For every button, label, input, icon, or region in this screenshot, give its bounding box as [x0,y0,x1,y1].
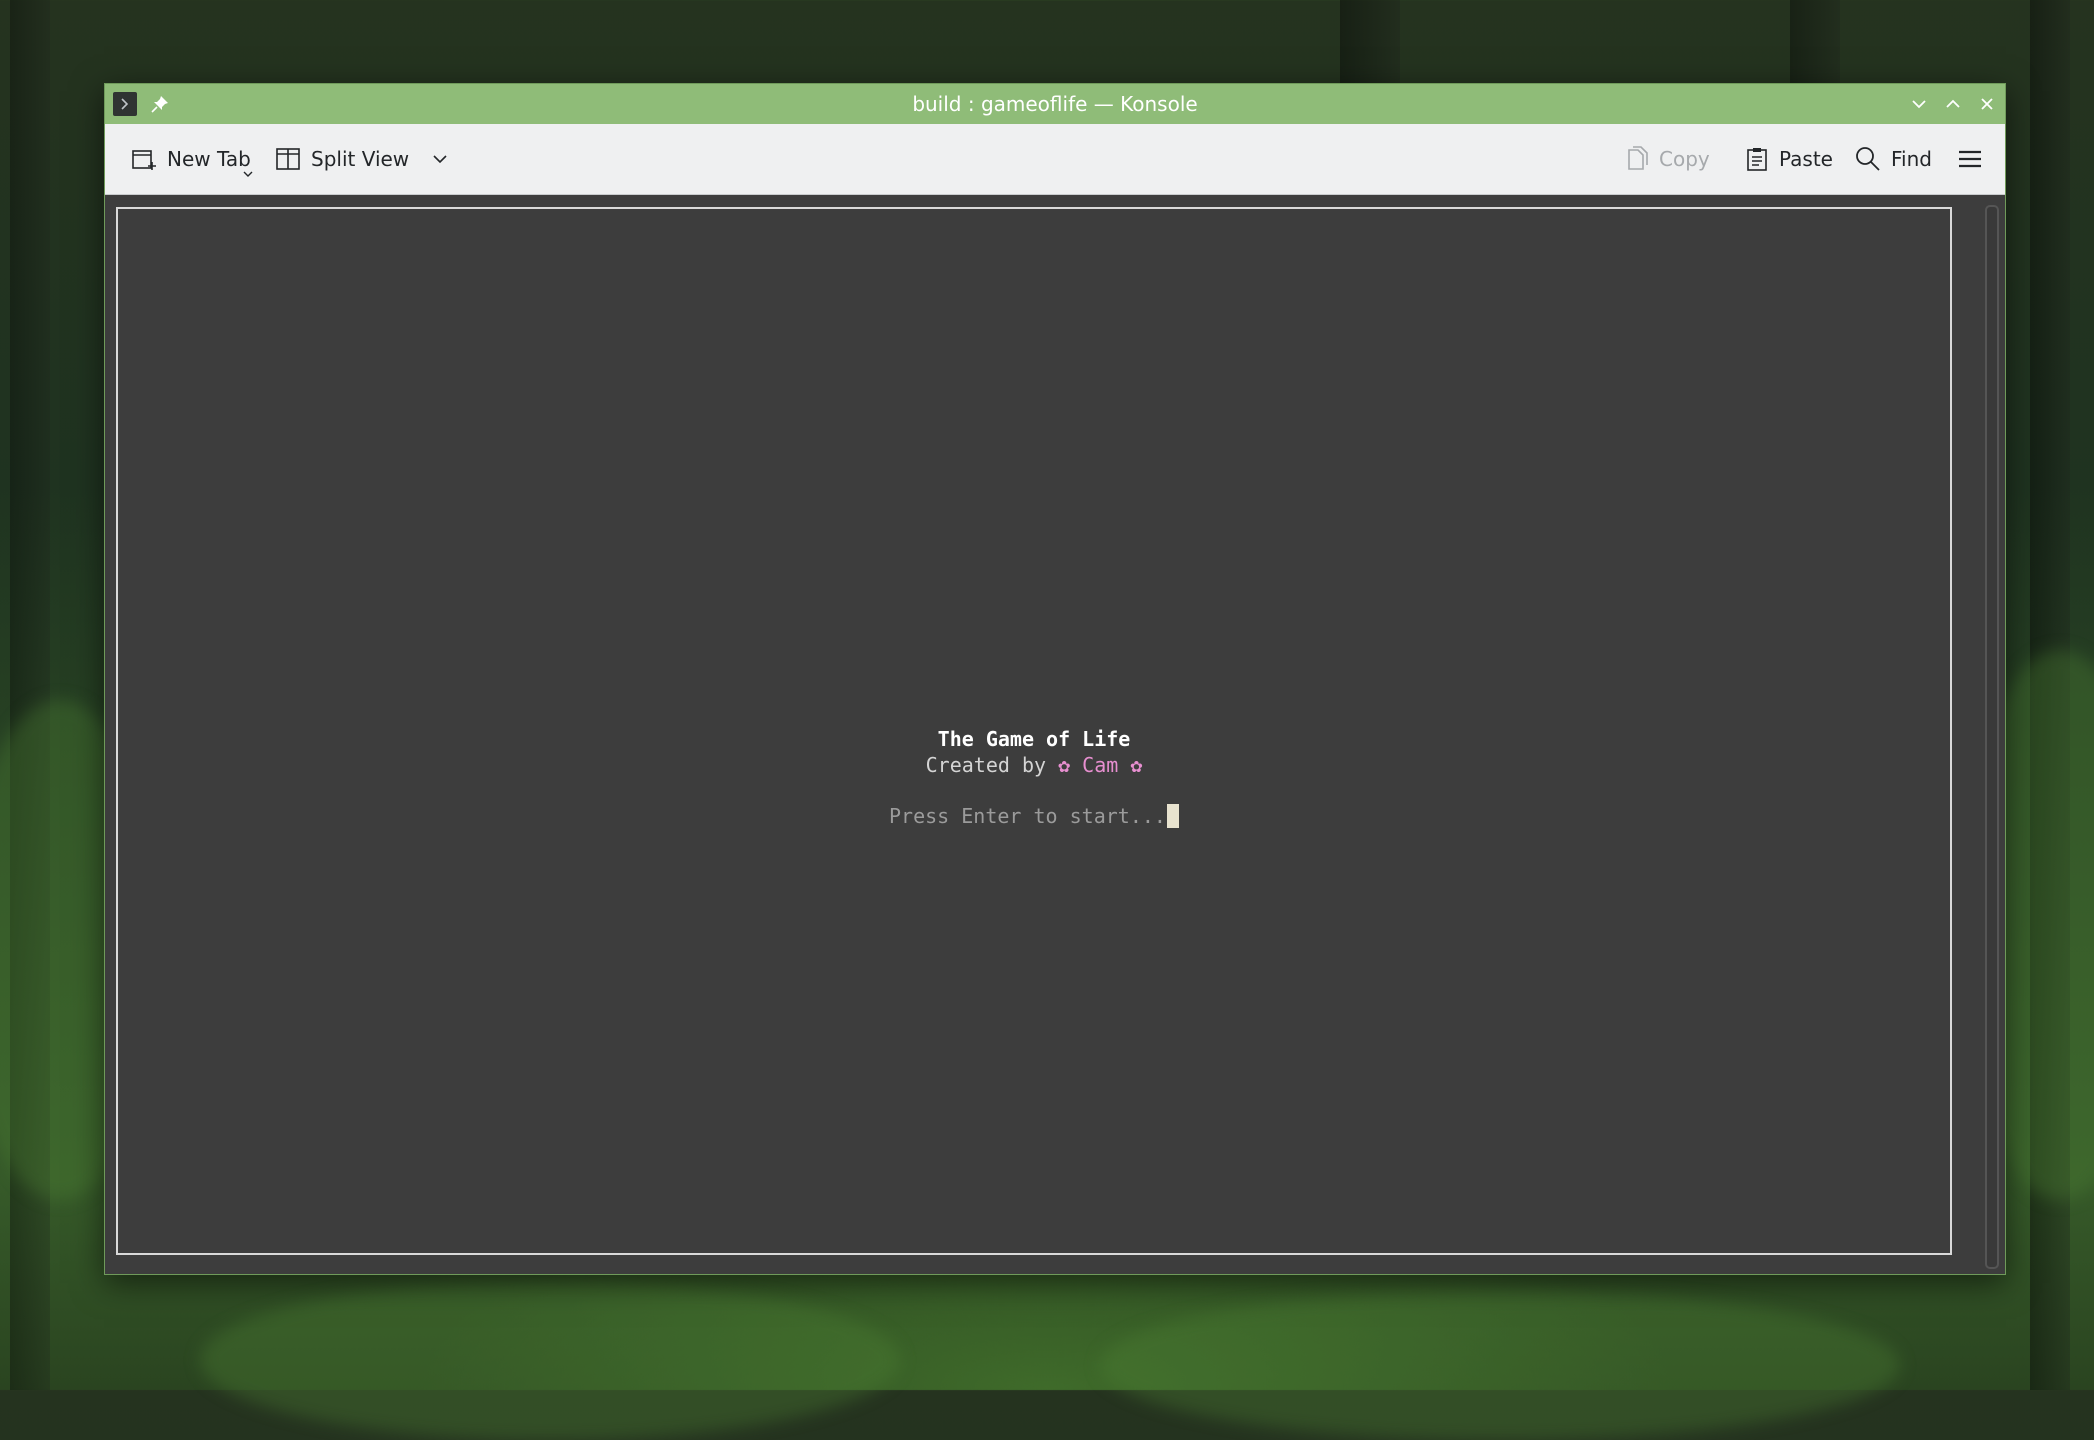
hamburger-menu-button[interactable] [1957,124,1983,194]
find-label: Find [1891,147,1932,171]
new-tab-dropdown-icon [243,171,253,177]
minimize-icon[interactable] [1907,92,1931,116]
paste-icon [1747,148,1767,171]
new-tab-button[interactable]: New Tab [131,124,253,194]
konsole-window: build : gameoflife — Konsole New Tab Spl… [104,83,2006,1275]
titlebar[interactable]: build : gameoflife — Konsole [105,84,2005,124]
start-prompt: Press Enter to start... [889,804,1166,828]
scrollbar[interactable] [1985,205,1999,1269]
copy-label: Copy [1659,147,1710,171]
chevron-down-icon [433,155,447,164]
created-by-line: Created by ✿ Cam ✿ [118,753,1950,777]
split-view-icon [276,148,300,170]
maximize-icon[interactable] [1941,92,1965,116]
created-by-prefix: Created by [925,753,1059,777]
author-name: ✿ Cam ✿ [1058,753,1143,777]
copy-icon [1628,146,1648,170]
paste-label: Paste [1779,147,1833,171]
game-title: The Game of Life [937,727,1131,751]
start-prompt-line: Press Enter to start... [118,804,1950,828]
close-icon[interactable] [1975,92,1999,116]
hamburger-menu-icon [1959,150,1981,168]
window-title: build : gameoflife — Konsole [912,92,1198,116]
new-tab-label: New Tab [167,147,251,171]
terminal-cursor [1166,804,1179,828]
copy-button[interactable]: Copy [1625,124,1710,194]
paste-button[interactable]: Paste [1745,124,1833,194]
new-tab-icon [132,150,156,170]
split-view-button[interactable]: Split View [275,124,451,194]
terminal-area: The Game of Life Created by ✿ Cam ✿ Pres… [105,195,2005,1274]
split-view-label: Split View [311,147,410,171]
terminal-display[interactable]: The Game of Life Created by ✿ Cam ✿ Pres… [116,207,1952,1255]
search-icon [1856,147,1880,171]
toolbar: New Tab Split View Copy Paste Find [105,124,2005,195]
find-button[interactable]: Find [1855,124,1932,194]
